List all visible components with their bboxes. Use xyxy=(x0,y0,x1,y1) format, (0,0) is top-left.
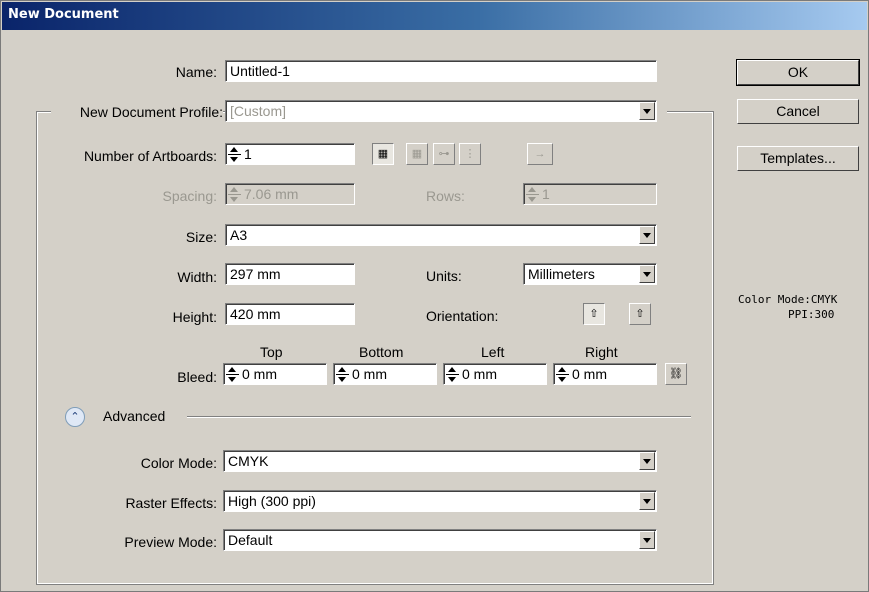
raster-effects-select[interactable]: High (300 ppi) xyxy=(223,490,657,512)
grid-by-column-icon[interactable]: ▦ xyxy=(406,143,428,165)
ppi-info: PPI:300 xyxy=(788,308,835,321)
profile-label: New Document Profile: xyxy=(51,103,223,121)
color-mode-dropdown-arrow[interactable] xyxy=(639,452,655,470)
rows-value: 1 xyxy=(542,186,550,202)
rows-spin-icon[interactable] xyxy=(526,186,539,202)
landscape-icon[interactable]: ⇧ xyxy=(629,303,651,325)
name-field[interactable]: Untitled-1 xyxy=(225,60,657,82)
bleed-top-spin-icon[interactable] xyxy=(226,366,239,382)
spacing-stepper[interactable]: 7.06 mm xyxy=(225,183,355,205)
bleed-right-spin-icon[interactable] xyxy=(556,366,569,382)
new-document-dialog: New Document Name: Untitled-1 New Docume… xyxy=(0,0,869,592)
preview-mode-select[interactable]: Default xyxy=(223,529,657,551)
size-select[interactable]: A3 xyxy=(225,224,657,246)
units-label: Units: xyxy=(426,268,462,284)
bleed-left-value: 0 mm xyxy=(462,366,497,382)
cancel-button[interactable]: Cancel xyxy=(737,99,859,124)
artboards-label: Number of Artboards: xyxy=(83,148,217,164)
arrow-right-icon[interactable]: → xyxy=(527,143,553,165)
units-dropdown-arrow[interactable] xyxy=(639,265,655,283)
profile-value: [Custom] xyxy=(230,103,287,119)
preview-mode-label: Preview Mode: xyxy=(124,534,217,550)
link-icon[interactable]: ⛓ xyxy=(665,363,687,385)
raster-effects-dropdown-arrow[interactable] xyxy=(639,492,655,510)
artboards-spin-icon[interactable] xyxy=(228,146,241,162)
ok-button[interactable]: OK xyxy=(736,59,860,86)
spacing-spin-icon[interactable] xyxy=(228,186,241,202)
bleed-bottom-value: 0 mm xyxy=(352,366,387,382)
artboards-value: 1 xyxy=(244,146,252,162)
bleed-left-spin-icon[interactable] xyxy=(446,366,459,382)
units-value: Millimeters xyxy=(528,266,595,282)
artboards-stepper[interactable]: 1 xyxy=(225,143,355,165)
bleed-bottom-spin-icon[interactable] xyxy=(336,366,349,382)
advanced-divider xyxy=(187,416,691,418)
color-mode-select[interactable]: CMYK xyxy=(223,450,657,472)
color-mode-value: CMYK xyxy=(228,453,269,469)
bleed-bottom-stepper[interactable]: 0 mm xyxy=(333,363,437,385)
bleed-label: Bleed: xyxy=(177,369,217,385)
name-value: Untitled-1 xyxy=(230,63,290,79)
bleed-right-stepper[interactable]: 0 mm xyxy=(553,363,657,385)
preview-mode-dropdown-arrow[interactable] xyxy=(639,531,655,549)
advanced-label: Advanced xyxy=(103,408,166,424)
size-dropdown-arrow[interactable] xyxy=(639,226,655,244)
profile-dropdown-arrow[interactable] xyxy=(639,102,655,120)
size-value: A3 xyxy=(230,227,248,243)
orientation-label: Orientation: xyxy=(426,308,499,324)
bleed-top-header: Top xyxy=(260,344,283,360)
height-label: Height: xyxy=(172,309,217,325)
bleed-right-value: 0 mm xyxy=(572,366,607,382)
double-chevron-up-icon[interactable]: ⌃ xyxy=(65,407,85,427)
units-select[interactable]: Millimeters xyxy=(523,263,657,285)
width-field[interactable]: 297 mm xyxy=(225,263,355,285)
portrait-icon[interactable]: ⇧ xyxy=(583,303,605,325)
name-label: Name: xyxy=(175,64,217,80)
color-mode-label: Color Mode: xyxy=(140,455,217,471)
templates-button[interactable]: Templates... xyxy=(737,146,859,171)
bleed-right-header: Right xyxy=(585,344,618,360)
title-bar[interactable]: New Document xyxy=(2,2,867,30)
spacing-value: 7.06 mm xyxy=(244,186,299,202)
bleed-bottom-header: Bottom xyxy=(359,344,404,360)
profile-select[interactable]: [Custom] xyxy=(225,100,657,122)
grid-by-row-icon[interactable]: ▦ xyxy=(372,143,394,165)
spacing-label: Spacing: xyxy=(162,188,217,204)
rows-stepper[interactable]: 1 xyxy=(523,183,657,205)
size-label: Size: xyxy=(185,229,217,245)
bleed-left-header: Left xyxy=(481,344,505,360)
raster-effects-label: Raster Effects: xyxy=(125,495,217,511)
arrange-by-row-icon[interactable]: ⊶ xyxy=(433,143,455,165)
bleed-top-stepper[interactable]: 0 mm xyxy=(223,363,327,385)
arrange-by-column-icon[interactable]: ⋮ xyxy=(459,143,481,165)
rows-label: Rows: xyxy=(426,188,465,204)
preview-mode-value: Default xyxy=(228,532,273,548)
bleed-left-stepper[interactable]: 0 mm xyxy=(443,363,547,385)
raster-effects-value: High (300 ppi) xyxy=(228,493,316,509)
bleed-top-value: 0 mm xyxy=(242,366,277,382)
height-value: 420 mm xyxy=(230,306,281,322)
window-title: New Document xyxy=(8,7,119,22)
width-label: Width: xyxy=(177,269,217,285)
width-value: 297 mm xyxy=(230,266,281,282)
height-field[interactable]: 420 mm xyxy=(225,303,355,325)
